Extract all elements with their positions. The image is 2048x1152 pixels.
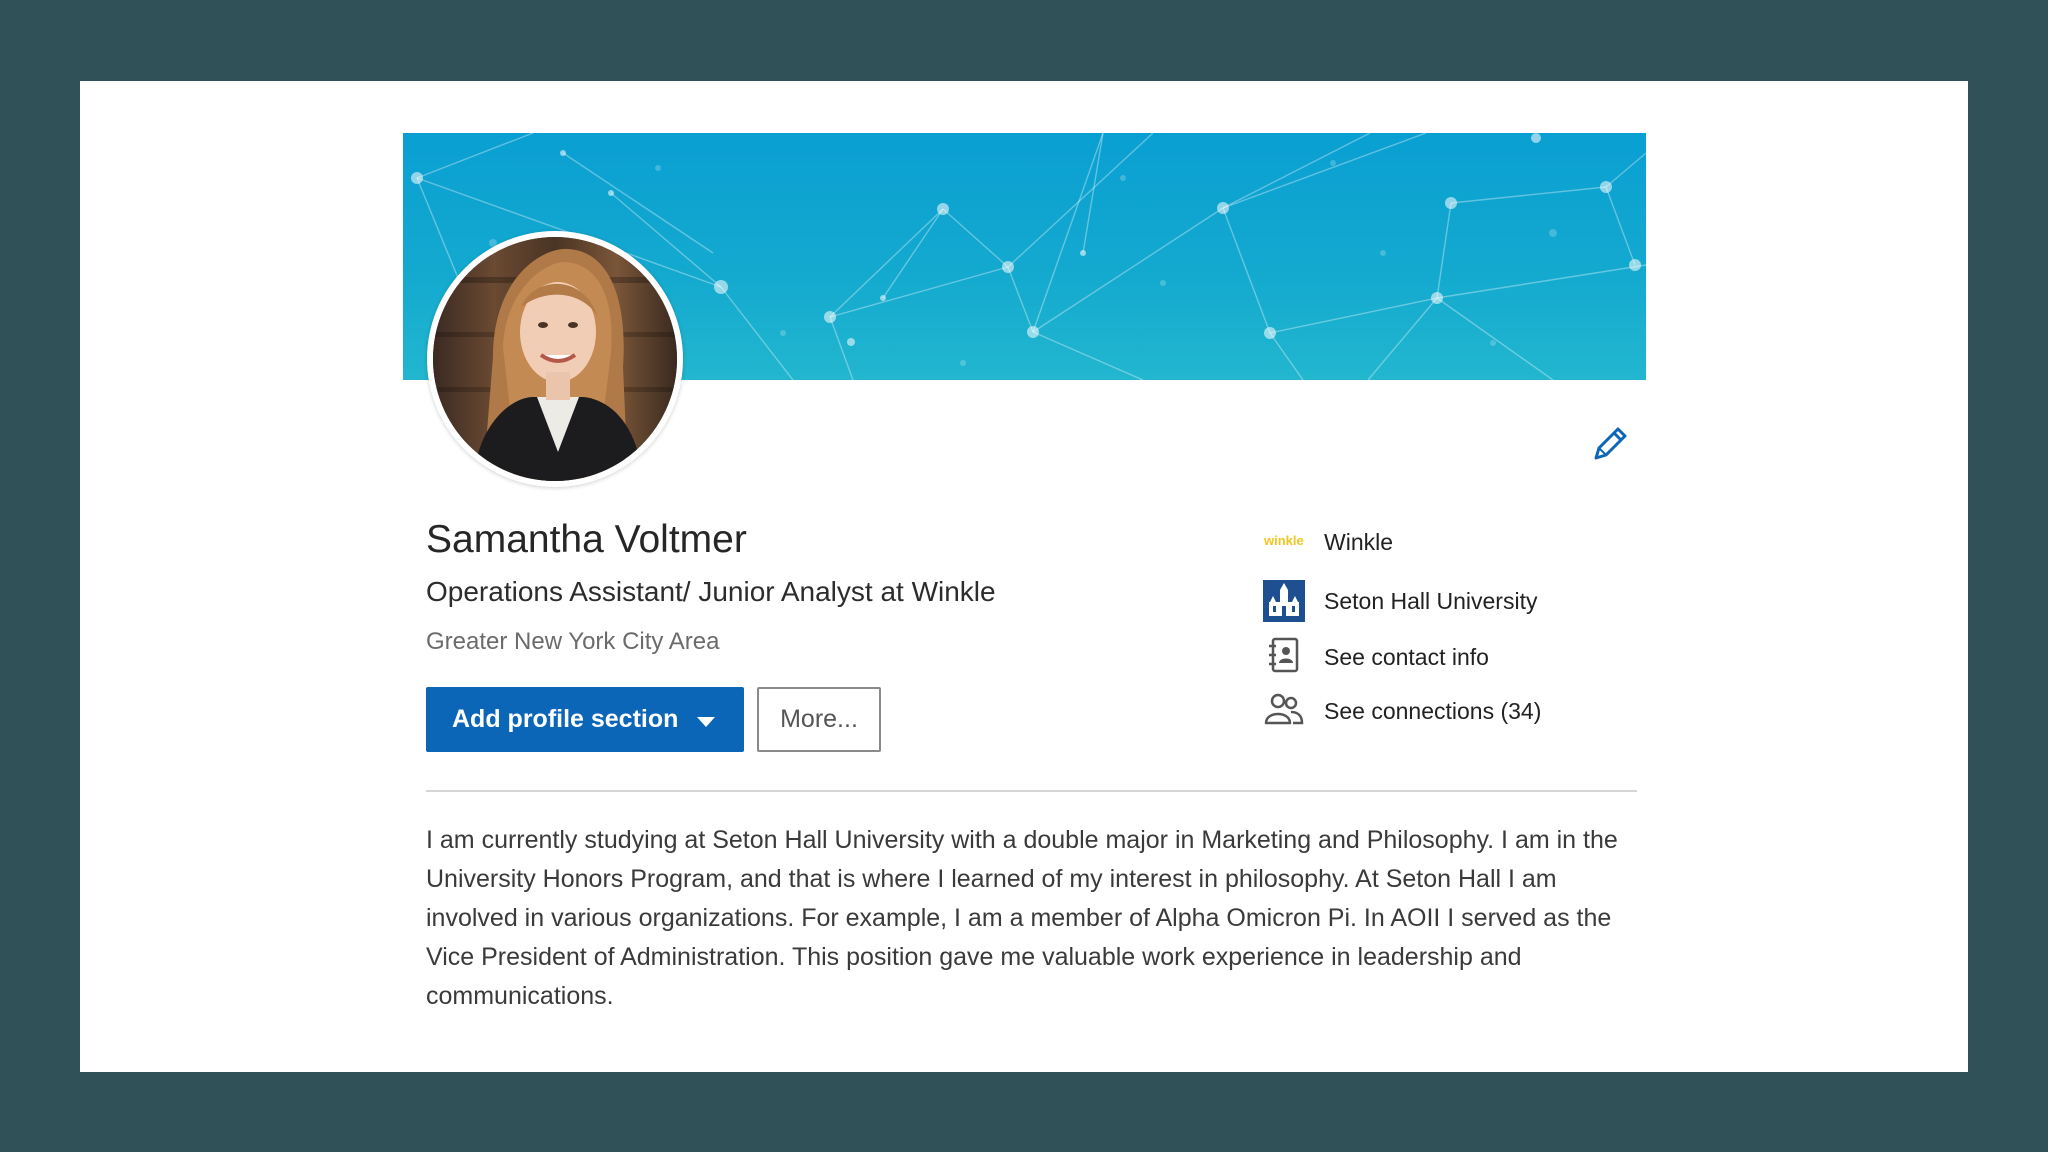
pencil-icon (1594, 427, 1627, 460)
more-button[interactable]: More... (757, 687, 881, 752)
university-logo-icon (1262, 579, 1306, 623)
sidebar-item-label: See connections (34) (1324, 697, 1542, 724)
sidebar-item-contact-info[interactable]: See contact info (1262, 635, 1489, 679)
profile-name: Samantha Voltmer (426, 518, 747, 561)
profile-photo-image (433, 237, 677, 481)
sidebar-item-connections[interactable]: See connections (34) (1262, 689, 1541, 733)
sidebar-item-label: Winkle (1324, 528, 1394, 555)
profile-location: Greater New York City Area (426, 628, 720, 655)
chevron-down-icon (697, 717, 715, 727)
people-icon (1262, 689, 1306, 733)
sidebar-item-label: Seton Hall University (1324, 587, 1538, 614)
add-profile-section-label: Add profile section (452, 705, 679, 733)
winkle-logo-icon: winkle (1264, 533, 1304, 548)
section-divider (426, 790, 1637, 792)
edit-profile-button[interactable] (1590, 424, 1630, 464)
profile-headline: Operations Assistant/ Junior Analyst at … (426, 576, 996, 607)
profile-photo[interactable] (427, 231, 683, 487)
profile-summary: I am currently studying at Seton Hall Un… (426, 826, 1618, 1010)
contact-card-icon (1262, 635, 1306, 679)
add-profile-section-button[interactable]: Add profile section (426, 687, 744, 752)
sidebar-item-label: See contact info (1324, 643, 1489, 670)
sidebar-item-school[interactable]: Seton Hall University (1262, 579, 1537, 623)
sidebar-item-company[interactable]: winkle Winkle (1262, 520, 1393, 564)
